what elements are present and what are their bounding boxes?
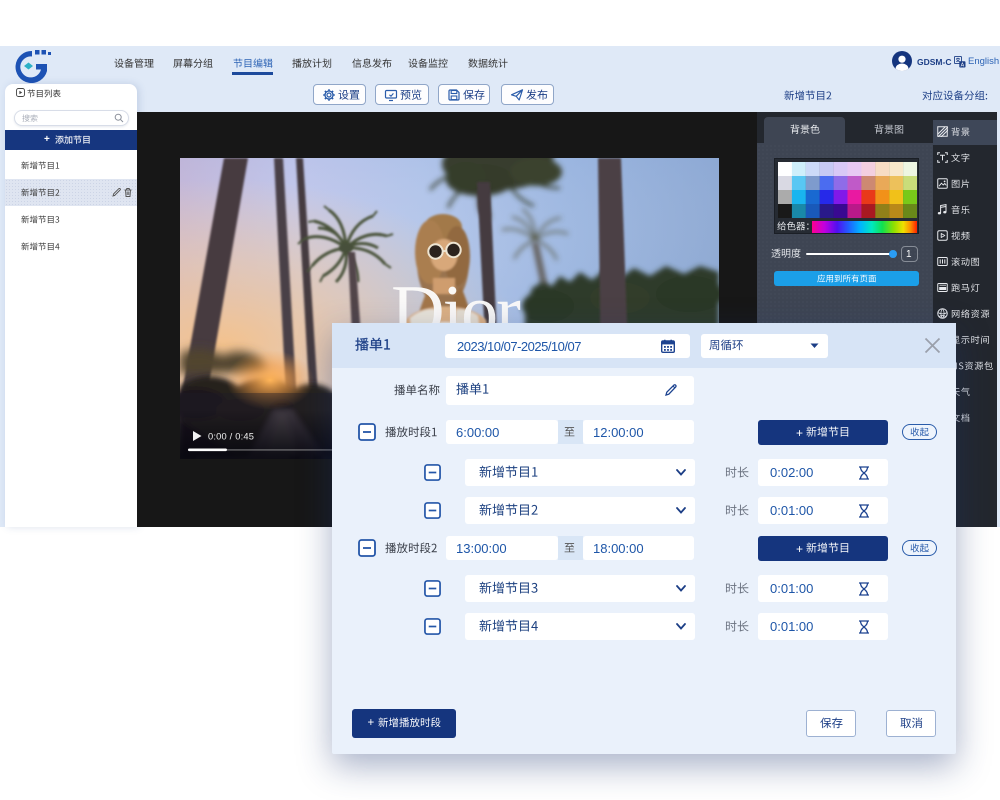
svg-text:A: A — [961, 63, 965, 68]
svg-text:0:00 / 0:45: 0:00 / 0:45 — [208, 432, 254, 442]
